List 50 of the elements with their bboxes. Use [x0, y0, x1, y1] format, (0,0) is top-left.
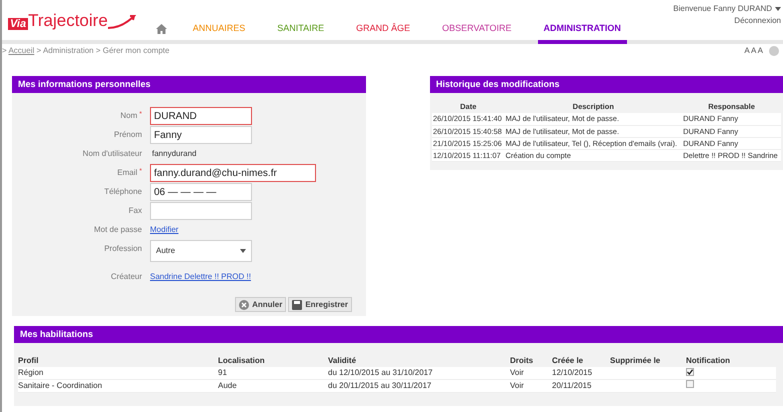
- field-label: Fax: [128, 206, 142, 215]
- link[interactable]: Sandrine Delettre !! PROD !!: [150, 268, 251, 283]
- logo[interactable]: Via Trajectoire: [2, 0, 136, 30]
- field-label: Créateur: [110, 272, 142, 281]
- dropdown-caret-icon[interactable]: [775, 7, 781, 11]
- text-field[interactable]: fanny.durand@chu-nimes.fr: [150, 164, 316, 182]
- welcome-text[interactable]: Bienvenue Fanny DURAND: [673, 3, 772, 15]
- field-label: Nom: [120, 111, 138, 120]
- save-button[interactable]: Enregistrer: [288, 297, 352, 312]
- username-text: fannydurand: [151, 148, 196, 160]
- panel-title: Mes habilitations: [14, 326, 783, 343]
- column-header: Validité: [328, 355, 358, 367]
- nav-tab[interactable]: ADMINISTRATION: [538, 22, 627, 44]
- profession-select[interactable]: Autre: [150, 240, 252, 262]
- table-cell: Aude: [218, 380, 328, 393]
- column-header: Localisation: [218, 355, 266, 367]
- field-label: Profession: [104, 244, 142, 253]
- column-header: Notification: [686, 355, 731, 367]
- nav-tab[interactable]: OBSERVATOIRE: [436, 22, 518, 44]
- logout-link[interactable]: Déconnexion: [734, 15, 781, 27]
- text-field[interactable]: 06 — — — —: [150, 183, 252, 201]
- close-icon: [239, 300, 250, 310]
- arrow-icon: [108, 14, 136, 30]
- field-label: Nom d'utilisateur: [82, 149, 142, 158]
- field-label: Prénom: [114, 130, 142, 139]
- link[interactable]: Modifier: [150, 221, 178, 236]
- panel-title: Historique des modifications: [430, 76, 783, 93]
- column-header: Profil: [18, 355, 40, 367]
- column-header: Créée le: [552, 355, 584, 367]
- table-cell: Sanitaire - Coordination: [18, 380, 218, 393]
- column-header: Supprimée le: [610, 355, 662, 367]
- dropdown-caret-icon: [240, 249, 246, 253]
- text-field[interactable]: DURAND: [150, 107, 252, 125]
- table-cell: Voir: [510, 380, 552, 393]
- column-header: Droits: [510, 355, 534, 367]
- text-field[interactable]: [150, 202, 252, 220]
- home-icon[interactable]: [156, 24, 167, 34]
- table-cell: du 20/11/2015 au 30/11/2017: [328, 380, 510, 393]
- nav-tab[interactable]: GRAND ÂGE: [350, 22, 416, 44]
- field-label: Téléphone: [104, 187, 142, 196]
- field-label: Mot de passe: [94, 225, 142, 234]
- notification-checkbox[interactable]: [686, 380, 694, 388]
- font-size-control[interactable]: A A A: [744, 45, 763, 57]
- field-label: Email: [117, 168, 138, 177]
- notification-checkbox[interactable]: [686, 368, 694, 376]
- panel-title: Mes informations personnelles: [12, 76, 366, 93]
- text-field[interactable]: Fanny: [150, 126, 252, 144]
- breadcrumb: > Accueil > Administration > Gérer mon compte: [2, 45, 170, 57]
- table-cell: 20/11/2015: [552, 380, 610, 393]
- cancel-button[interactable]: Annuler: [235, 297, 286, 312]
